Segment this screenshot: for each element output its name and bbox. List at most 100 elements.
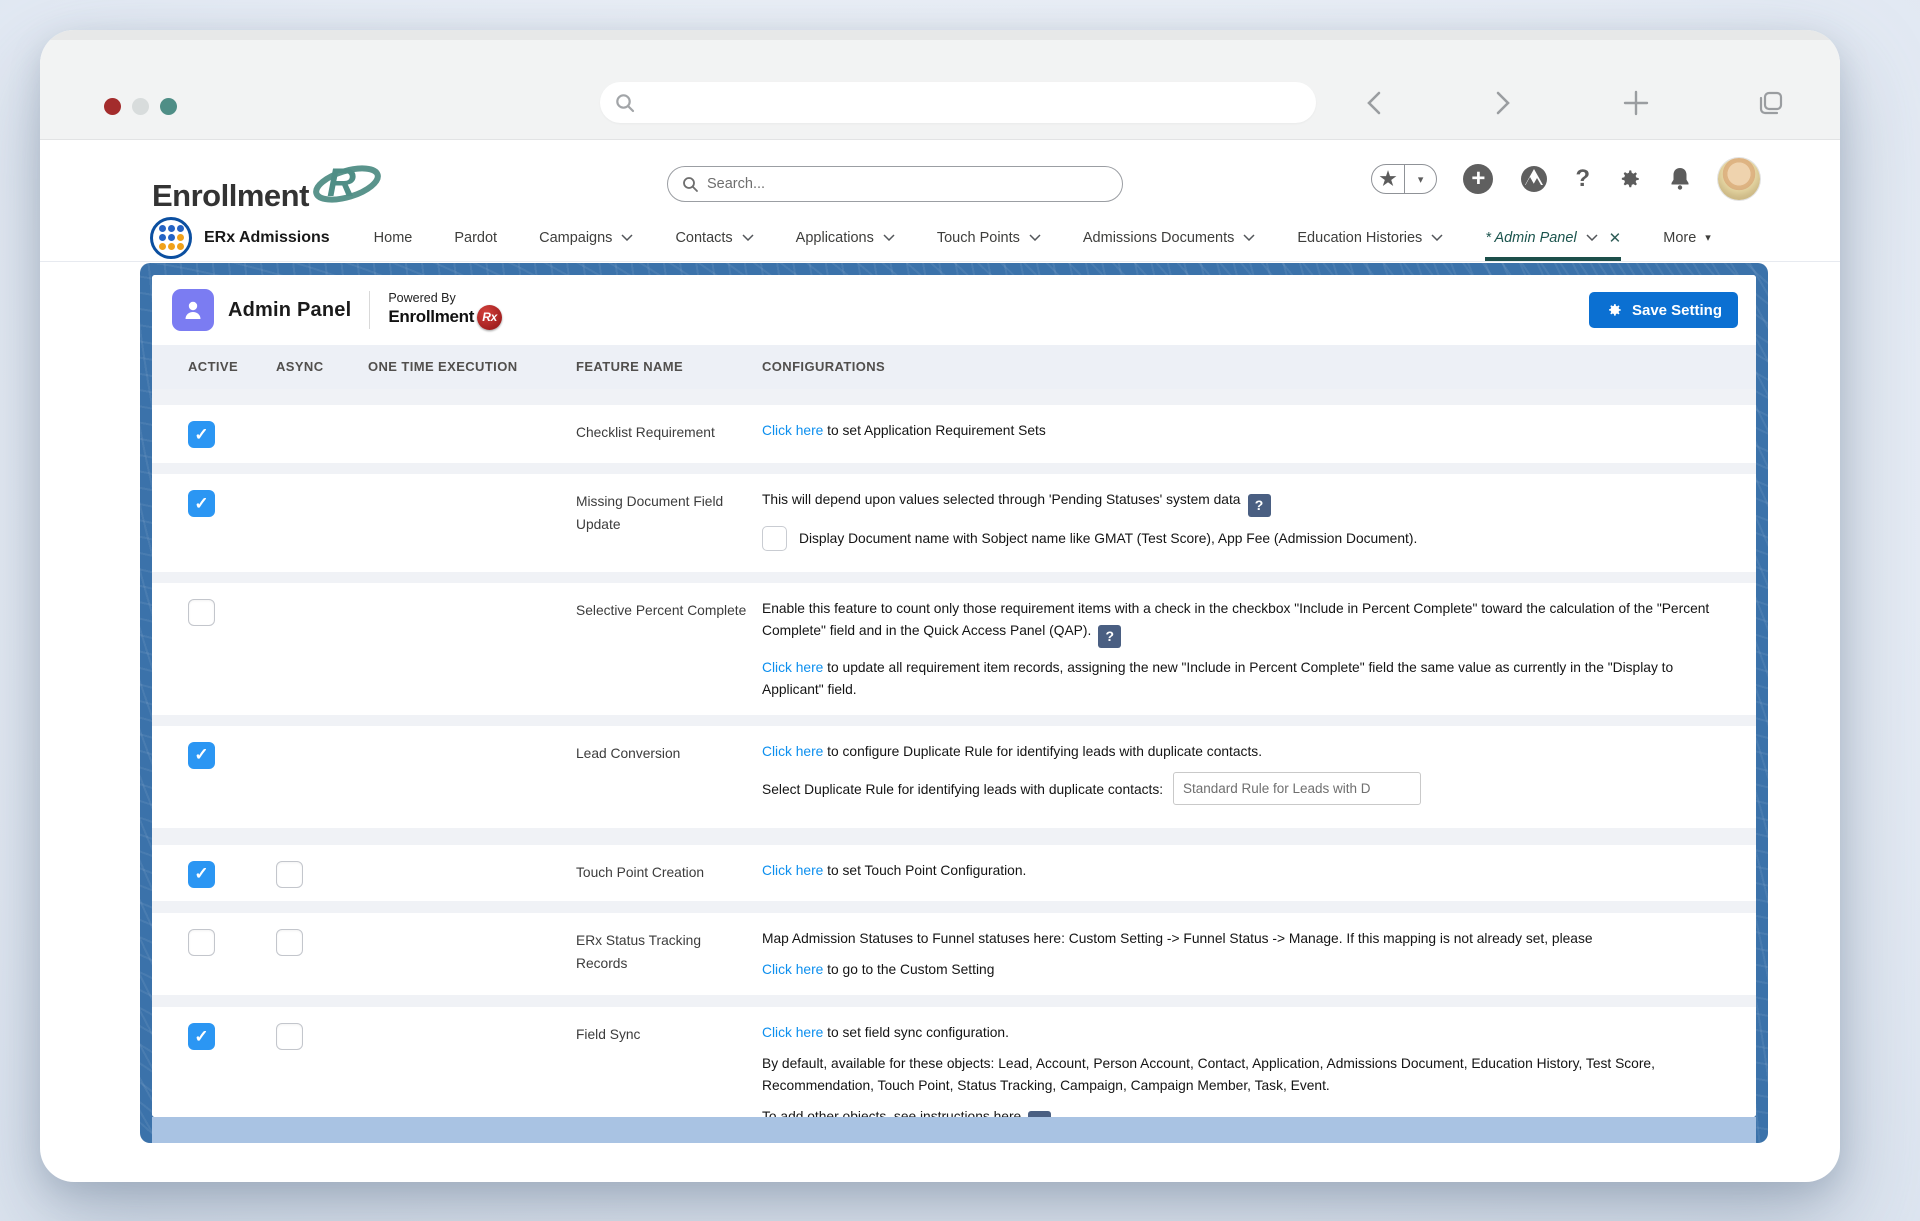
config-link[interactable]: Click here bbox=[762, 744, 823, 759]
fullscreen-window-button[interactable] bbox=[160, 98, 177, 115]
help-icon[interactable]: ? bbox=[1098, 625, 1121, 648]
tab-pardot[interactable]: Pardot bbox=[454, 214, 497, 261]
browser-forward-button[interactable] bbox=[1493, 90, 1513, 116]
powered-by-brand: Enrollment bbox=[388, 307, 474, 327]
caret-down-icon[interactable]: ▾ bbox=[1705, 231, 1711, 244]
config-text: to update all requirement item records, … bbox=[762, 660, 1673, 697]
chevron-down-icon[interactable] bbox=[1586, 234, 1598, 241]
tab-education-histories[interactable]: Education Histories bbox=[1297, 214, 1443, 261]
config-text: To add other objects, see instructions h… bbox=[762, 1109, 1021, 1117]
minimize-window-button[interactable] bbox=[132, 98, 149, 115]
tab-admin-panel[interactable]: * Admin Panel✕ bbox=[1485, 214, 1621, 261]
help-button[interactable]: ? bbox=[1575, 165, 1590, 193]
column-header-one-time-execution: ONE TIME EXECUTION bbox=[368, 359, 518, 374]
config-link[interactable]: Click here bbox=[762, 863, 823, 878]
config-link[interactable]: Click here bbox=[762, 423, 823, 438]
tab-contacts[interactable]: Contacts bbox=[675, 214, 753, 261]
tab-label: Education Histories bbox=[1297, 230, 1422, 246]
config-link[interactable]: Click here bbox=[762, 660, 823, 675]
duplicate-rule-input[interactable]: Standard Rule for Leads with D bbox=[1173, 772, 1421, 805]
table-row: ✓Missing Document Field UpdateThis will … bbox=[152, 474, 1756, 572]
browser-tab-overview-button[interactable] bbox=[1758, 90, 1784, 116]
setup-gear-button[interactable] bbox=[1616, 166, 1642, 192]
waffle-icon bbox=[159, 225, 184, 250]
quick-create-button[interactable]: + bbox=[1463, 164, 1493, 194]
user-avatar[interactable] bbox=[1718, 158, 1760, 200]
config-text: Enable this feature to count only those … bbox=[762, 601, 1709, 638]
table-row: ✓ Lead Conversion Click here to configure … bbox=[152, 726, 1756, 828]
browser-address-bar[interactable] bbox=[600, 82, 1316, 123]
column-header-feature-name: FEATURE NAME bbox=[576, 359, 683, 374]
chevron-down-icon[interactable] bbox=[742, 234, 754, 241]
tab-more[interactable]: More ▾ bbox=[1663, 214, 1711, 261]
config-link[interactable]: Click here bbox=[762, 962, 823, 977]
configurations-cell: Click here to set Touch Point Configurat… bbox=[762, 860, 1756, 882]
config-text: to set Application Requirement Sets bbox=[823, 423, 1045, 438]
save-setting-label: Save Setting bbox=[1632, 302, 1722, 319]
close-tab-icon[interactable]: ✕ bbox=[1609, 229, 1622, 247]
close-window-button[interactable] bbox=[104, 98, 121, 115]
active-checkbox-unchecked[interactable] bbox=[188, 929, 215, 956]
feature-name: Field Sync bbox=[576, 1024, 748, 1047]
gear-icon bbox=[1605, 301, 1623, 319]
window-controls bbox=[104, 98, 177, 115]
active-checkbox-checked[interactable]: ✓ bbox=[188, 861, 215, 888]
tab-label: Applications bbox=[796, 230, 874, 246]
config-line: Click here to update all requirement ite… bbox=[762, 657, 1726, 701]
active-checkbox-checked[interactable]: ✓ bbox=[188, 421, 215, 448]
configurations-cell: Click here to set field sync configurati… bbox=[762, 1022, 1756, 1117]
tab-label: More bbox=[1663, 230, 1696, 246]
help-icon[interactable]: ? bbox=[1248, 494, 1271, 517]
browser-new-tab-button[interactable] bbox=[1623, 90, 1649, 116]
app-header: Enrollment R Search... ★ ▾ + ? bbox=[40, 140, 1840, 214]
config-checkbox-unchecked[interactable] bbox=[762, 526, 787, 551]
chevron-down-icon[interactable] bbox=[1029, 234, 1041, 241]
guidance-center-button[interactable] bbox=[1519, 164, 1549, 194]
global-search-input[interactable]: Search... bbox=[667, 166, 1123, 202]
tab-label: Touch Points bbox=[937, 230, 1020, 246]
configurations-cell: Enable this feature to count only those … bbox=[762, 598, 1756, 701]
tab-admissions-documents[interactable]: Admissions Documents bbox=[1083, 214, 1256, 261]
config-text: This will depend upon values selected th… bbox=[762, 492, 1241, 507]
tab-touch-points[interactable]: Touch Points bbox=[937, 214, 1041, 261]
browser-back-button[interactable] bbox=[1364, 90, 1384, 116]
feature-name: Lead Conversion bbox=[576, 743, 748, 766]
async-checkbox-unchecked[interactable] bbox=[276, 929, 303, 956]
chevron-down-icon[interactable] bbox=[621, 234, 633, 241]
chevron-down-icon[interactable] bbox=[1431, 234, 1443, 241]
admin-user-icon bbox=[172, 289, 214, 331]
config-line: To add other objects, see instructions h… bbox=[762, 1106, 1726, 1117]
config-text: to set field sync configuration. bbox=[823, 1025, 1009, 1040]
table-row: ERx Status Tracking RecordsMap Admission… bbox=[152, 913, 1756, 995]
async-checkbox-unchecked[interactable] bbox=[276, 1023, 303, 1050]
config-text: Display Document name with Sobject name … bbox=[799, 531, 1417, 546]
active-checkbox-checked[interactable]: ✓ bbox=[188, 490, 215, 517]
configurations-cell: Map Admission Statuses to Funnel statuse… bbox=[762, 928, 1756, 981]
favorite-star-button[interactable]: ★ bbox=[1372, 165, 1404, 193]
divider bbox=[369, 291, 370, 329]
config-text: to configure Duplicate Rule for identify… bbox=[823, 744, 1262, 759]
favorites-dropdown-button[interactable]: ▾ bbox=[1404, 165, 1437, 193]
app-launcher-button[interactable] bbox=[150, 217, 192, 259]
table-body: ✓Checklist RequirementClick here to set … bbox=[152, 389, 1756, 1117]
save-setting-button[interactable]: Save Setting bbox=[1589, 292, 1738, 328]
panel-bottom-scrollbar[interactable] bbox=[152, 1117, 1756, 1143]
enrollment-rx-logo: Enrollment R bbox=[152, 156, 383, 214]
active-checkbox-checked[interactable]: ✓ bbox=[188, 1023, 215, 1050]
panel-header: Admin Panel Powered By Enrollment Rx Sav… bbox=[152, 275, 1756, 345]
admin-panel-container: Admin Panel Powered By Enrollment Rx Sav… bbox=[140, 263, 1768, 1143]
column-header-configurations: CONFIGURATIONS bbox=[762, 359, 885, 374]
active-checkbox-checked[interactable]: ✓ bbox=[188, 742, 215, 769]
config-line: Map Admission Statuses to Funnel statuse… bbox=[762, 928, 1726, 950]
async-checkbox-unchecked[interactable] bbox=[276, 861, 303, 888]
notifications-bell-button[interactable] bbox=[1668, 166, 1692, 192]
tab-applications[interactable]: Applications bbox=[796, 214, 895, 261]
tab-home[interactable]: Home bbox=[374, 214, 413, 261]
tab-campaigns[interactable]: Campaigns bbox=[539, 214, 633, 261]
browser-chrome bbox=[40, 30, 1840, 140]
nav-tabs: Home Pardot Campaigns Contacts Applications T… bbox=[374, 214, 1711, 261]
active-checkbox-unchecked[interactable] bbox=[188, 599, 215, 626]
chevron-down-icon[interactable] bbox=[883, 234, 895, 241]
config-link[interactable]: Click here bbox=[762, 1025, 823, 1040]
chevron-down-icon[interactable] bbox=[1243, 234, 1255, 241]
